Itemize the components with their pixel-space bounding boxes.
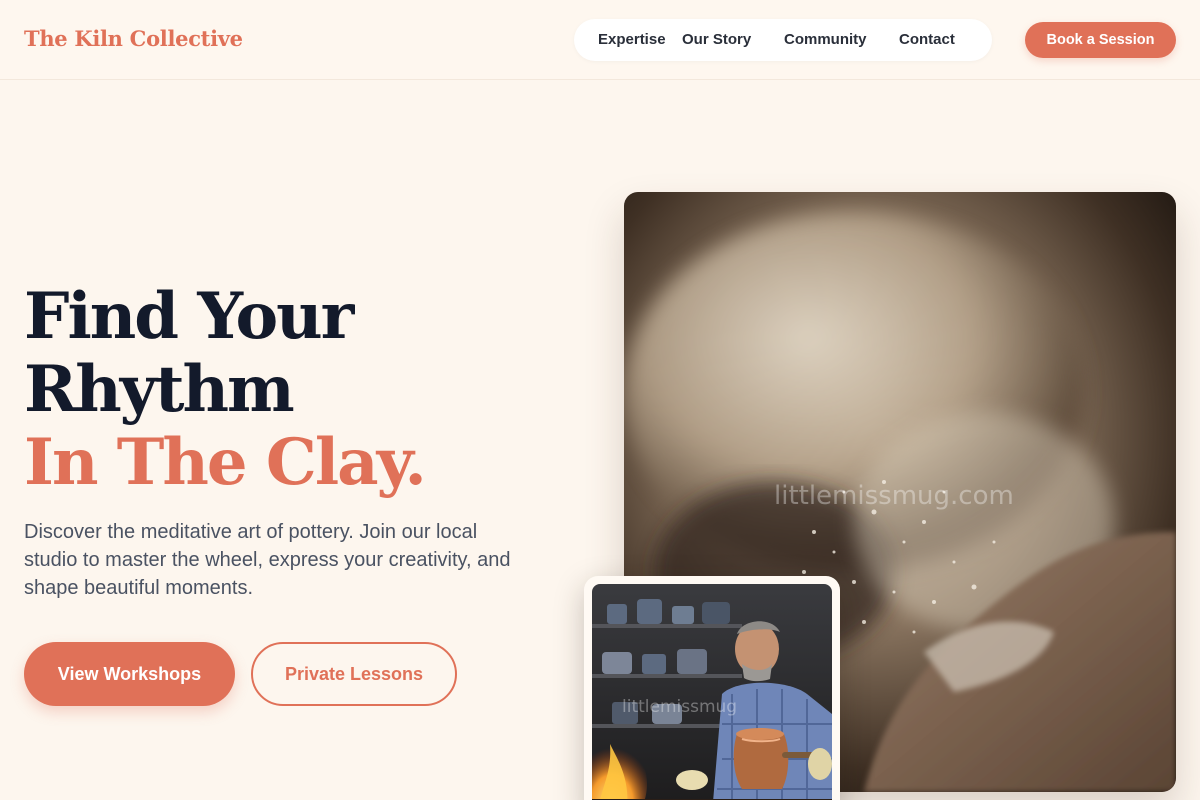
hero-subtext: Discover the meditative art of pottery. … bbox=[24, 521, 511, 599]
headline-line-1: Find Your bbox=[24, 279, 354, 354]
hero-headline: Find Your Rhythm In The Clay. bbox=[24, 279, 427, 500]
potter-photo: littlemissmug bbox=[592, 584, 832, 800]
nav-item-community[interactable]: Community bbox=[784, 31, 867, 48]
headline-accent: In The Clay. bbox=[24, 425, 427, 500]
book-session-button[interactable]: Book a Session bbox=[1025, 22, 1176, 58]
brand-logo[interactable]: The Kiln Collective bbox=[24, 26, 243, 51]
small-photo-watermark: littlemissmug bbox=[622, 697, 737, 717]
site-header: The Kiln Collective Expertise Our Story … bbox=[0, 0, 1200, 80]
nav-item-contact[interactable]: Contact bbox=[899, 31, 955, 48]
headline-line-2: Rhythm bbox=[24, 352, 295, 427]
private-lessons-button[interactable]: Private Lessons bbox=[251, 642, 457, 706]
nav-item-our-story[interactable]: Our Story bbox=[682, 31, 751, 48]
main-nav: Expertise Our Story Community Contact bbox=[574, 19, 992, 61]
nav-item-expertise[interactable]: Expertise bbox=[598, 31, 666, 48]
view-workshops-button[interactable]: View Workshops bbox=[24, 642, 235, 706]
main-photo-watermark: littlemissmug.com bbox=[774, 481, 1014, 511]
potter-illustration: littlemissmug bbox=[592, 584, 832, 800]
